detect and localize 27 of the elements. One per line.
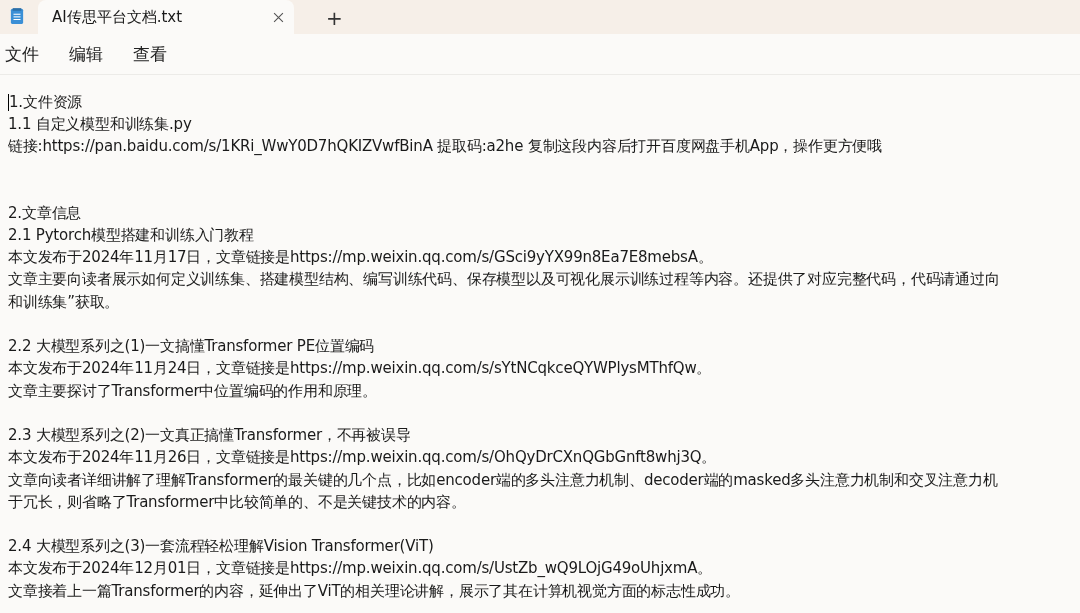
text-line: 1.1 自定义模型和训练集.py	[8, 114, 192, 134]
text-line: 本文发布于2024年11月24日，文章链接是https://mp.weixin.qq.com/s/sYtNCqkceQYWPlysMThfQw。	[8, 359, 712, 379]
text-line: 1.文件资源	[9, 92, 83, 112]
text-line: 文章接着上一篇Transformer的内容，延伸出了ViT的相关理论讲解，展示了其在计算机视觉方面的标志性成功。	[8, 581, 741, 601]
text-line: 文章主要探讨了Transformer中位置编码的作用和原理。	[8, 381, 377, 401]
text-line: 2.4 大模型系列之(3)一套流程轻松理解Vision Transformer(ViT)	[8, 537, 434, 557]
text-line: 本文发布于2024年11月17日，文章链接是https://mp.weixin.qq.com/s/GSci9yYX99n8Ea7E8mebsA。	[8, 248, 713, 268]
text-line: 2.文章信息	[8, 203, 82, 223]
text-line: 链接:https://pan.baidu.com/s/1KRi_WwY0D7hQKIZVwfBinA 提取码:a2he 复制这段内容后打开百度网盘手机App，操作更方便哦	[8, 137, 883, 157]
new-tab-button[interactable]: +	[320, 6, 349, 30]
text-line: 2.1 Pytorch模型搭建和训练入门教程	[8, 225, 254, 245]
text-line: 文章主要向读者展示如何定义训练集、搭建模型结构、编写训练代码、保存模型以及可视化展示训练过程等内容。还提供了对应完整代码，代码请通过向	[8, 270, 1000, 290]
menu-item[interactable]: 查看	[133, 42, 167, 66]
close-icon[interactable]	[273, 11, 284, 23]
notepad-icon	[10, 7, 24, 25]
menu-item[interactable]: 文件	[5, 42, 39, 66]
text-line: 本文发布于2024年12月01日，文章链接是https://mp.weixin.qq.com/s/UstZb_wQ9LOjG49oUhjxmA。	[8, 559, 713, 579]
text-line: 文章向读者详细讲解了理解Transformer的最关键的几个点，比如encoder端的多头注意力机制、decoder端的masked多头注意力机制和交叉注意力机	[8, 470, 998, 490]
menu-item[interactable]: 编辑	[69, 42, 103, 66]
text-cursor	[8, 93, 9, 111]
tab-title: AI传思平台文档.txt	[52, 7, 183, 27]
document-tab[interactable]: AI传思平台文档.txt	[38, 0, 294, 34]
text-line: 本文发布于2024年11月26日，文章链接是https://mp.weixin.qq.com/s/OhQyDrCXnQGbGnft8whj3Q。	[8, 448, 717, 468]
text-line: 于冗长，则省略了Transformer中比较简单的、不是关键技术的内容。	[8, 492, 466, 512]
text-line: 和训练集”获取。	[8, 292, 120, 312]
text-line: 2.3 大模型系列之(2)一文真正搞懂Transformer，不再被误导	[8, 425, 411, 445]
text-line: 2.2 大模型系列之(1)一文搞懂Transformer PE位置编码	[8, 337, 375, 356]
